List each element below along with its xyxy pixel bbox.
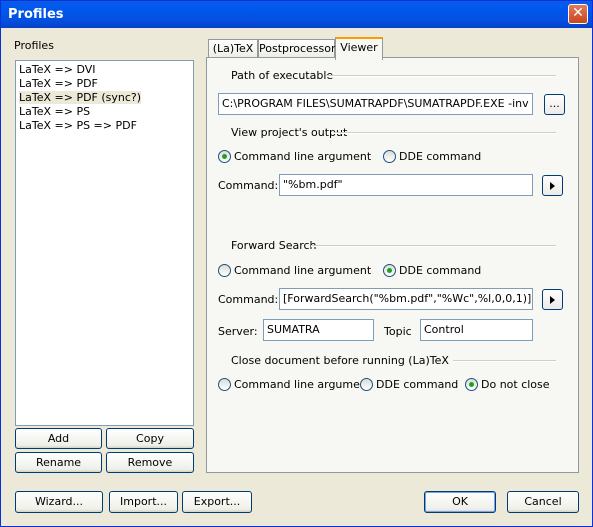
- play-arrow-icon: [550, 182, 555, 190]
- topic-label: Topic: [384, 325, 412, 338]
- list-item[interactable]: LaTeX => PS: [19, 105, 90, 118]
- server-label: Server:: [218, 325, 258, 338]
- path-group-label: Path of executable: [231, 69, 334, 82]
- play-arrow-icon: [550, 296, 555, 304]
- list-item-selected[interactable]: LaTeX => PDF (sync?): [19, 91, 142, 104]
- output-dde-label[interactable]: DDE command: [399, 150, 481, 163]
- ok-button[interactable]: OK: [424, 491, 496, 513]
- close-button[interactable]: ✕: [568, 4, 588, 24]
- output-cmdline-label[interactable]: Command line argument: [234, 150, 371, 163]
- close-cmdline-label[interactable]: Command line argument: [234, 378, 371, 391]
- list-item[interactable]: LaTeX => DVI: [19, 63, 96, 76]
- forward-command-input[interactable]: [ForwardSearch("%bm.pdf","%Wc",%l,0,0,1)…: [279, 288, 533, 310]
- output-command-label: Command:: [218, 179, 279, 192]
- wizard-button[interactable]: Wizard...: [15, 491, 103, 513]
- close-icon: ✕: [572, 5, 584, 21]
- forward-cmdline-radio[interactable]: [218, 264, 231, 277]
- close-cmdline-radio[interactable]: [218, 378, 231, 391]
- forward-dde-label[interactable]: DDE command: [399, 264, 481, 277]
- server-input[interactable]: SUMATRA: [263, 319, 374, 341]
- profiles-label: Profiles: [14, 39, 54, 52]
- close-dde-radio[interactable]: [360, 378, 373, 391]
- export-button[interactable]: Export...: [182, 491, 252, 513]
- forward-cmdline-label[interactable]: Command line argument: [234, 264, 371, 277]
- output-dde-radio[interactable]: [383, 150, 396, 163]
- window-title: Profiles: [8, 7, 64, 22]
- close-group-label: Close document before running (La)TeX: [231, 354, 449, 367]
- browse-button[interactable]: ...: [544, 94, 565, 115]
- list-item[interactable]: LaTeX => PS => PDF: [19, 119, 137, 132]
- forward-dde-radio[interactable]: [383, 264, 396, 277]
- remove-button[interactable]: Remove: [106, 452, 194, 473]
- tab-viewer[interactable]: Viewer: [335, 37, 383, 60]
- divider: [334, 132, 556, 134]
- forward-command-menu-button[interactable]: [542, 289, 563, 310]
- output-group-label: View project's output: [231, 126, 348, 139]
- add-button[interactable]: Add: [15, 428, 102, 449]
- path-input[interactable]: C:\PROGRAM FILES\SUMATRAPDF\SUMATRAPDF.E…: [218, 93, 533, 115]
- list-item[interactable]: LaTeX => PDF: [19, 77, 98, 90]
- close-dde-label[interactable]: DDE command: [376, 378, 458, 391]
- output-command-input[interactable]: "%bm.pdf": [279, 174, 533, 196]
- copy-button[interactable]: Copy: [106, 428, 194, 449]
- tab-postprocessor[interactable]: Postprocessor: [258, 39, 336, 59]
- tab-latex[interactable]: (La)TeX: [208, 39, 258, 59]
- title-bar[interactable]: Profiles ✕: [1, 1, 592, 28]
- output-command-menu-button[interactable]: [542, 175, 563, 196]
- forward-group-label: Forward Search: [231, 239, 317, 252]
- divider: [311, 245, 556, 247]
- import-button[interactable]: Import...: [109, 491, 178, 513]
- cancel-button[interactable]: Cancel: [507, 491, 579, 513]
- divider: [453, 360, 556, 362]
- topic-input[interactable]: Control: [420, 319, 533, 341]
- profiles-dialog: Profiles ✕ Profiles LaTeX => DVI LaTeX =…: [0, 0, 593, 527]
- close-donot-radio[interactable]: [465, 378, 478, 391]
- close-donot-label[interactable]: Do not close: [481, 378, 550, 391]
- divider: [326, 75, 556, 77]
- profiles-list[interactable]: LaTeX => DVI LaTeX => PDF LaTeX => PDF (…: [15, 60, 194, 426]
- output-cmdline-radio[interactable]: [218, 150, 231, 163]
- rename-button[interactable]: Rename: [15, 452, 102, 473]
- forward-command-label: Command:: [218, 293, 279, 306]
